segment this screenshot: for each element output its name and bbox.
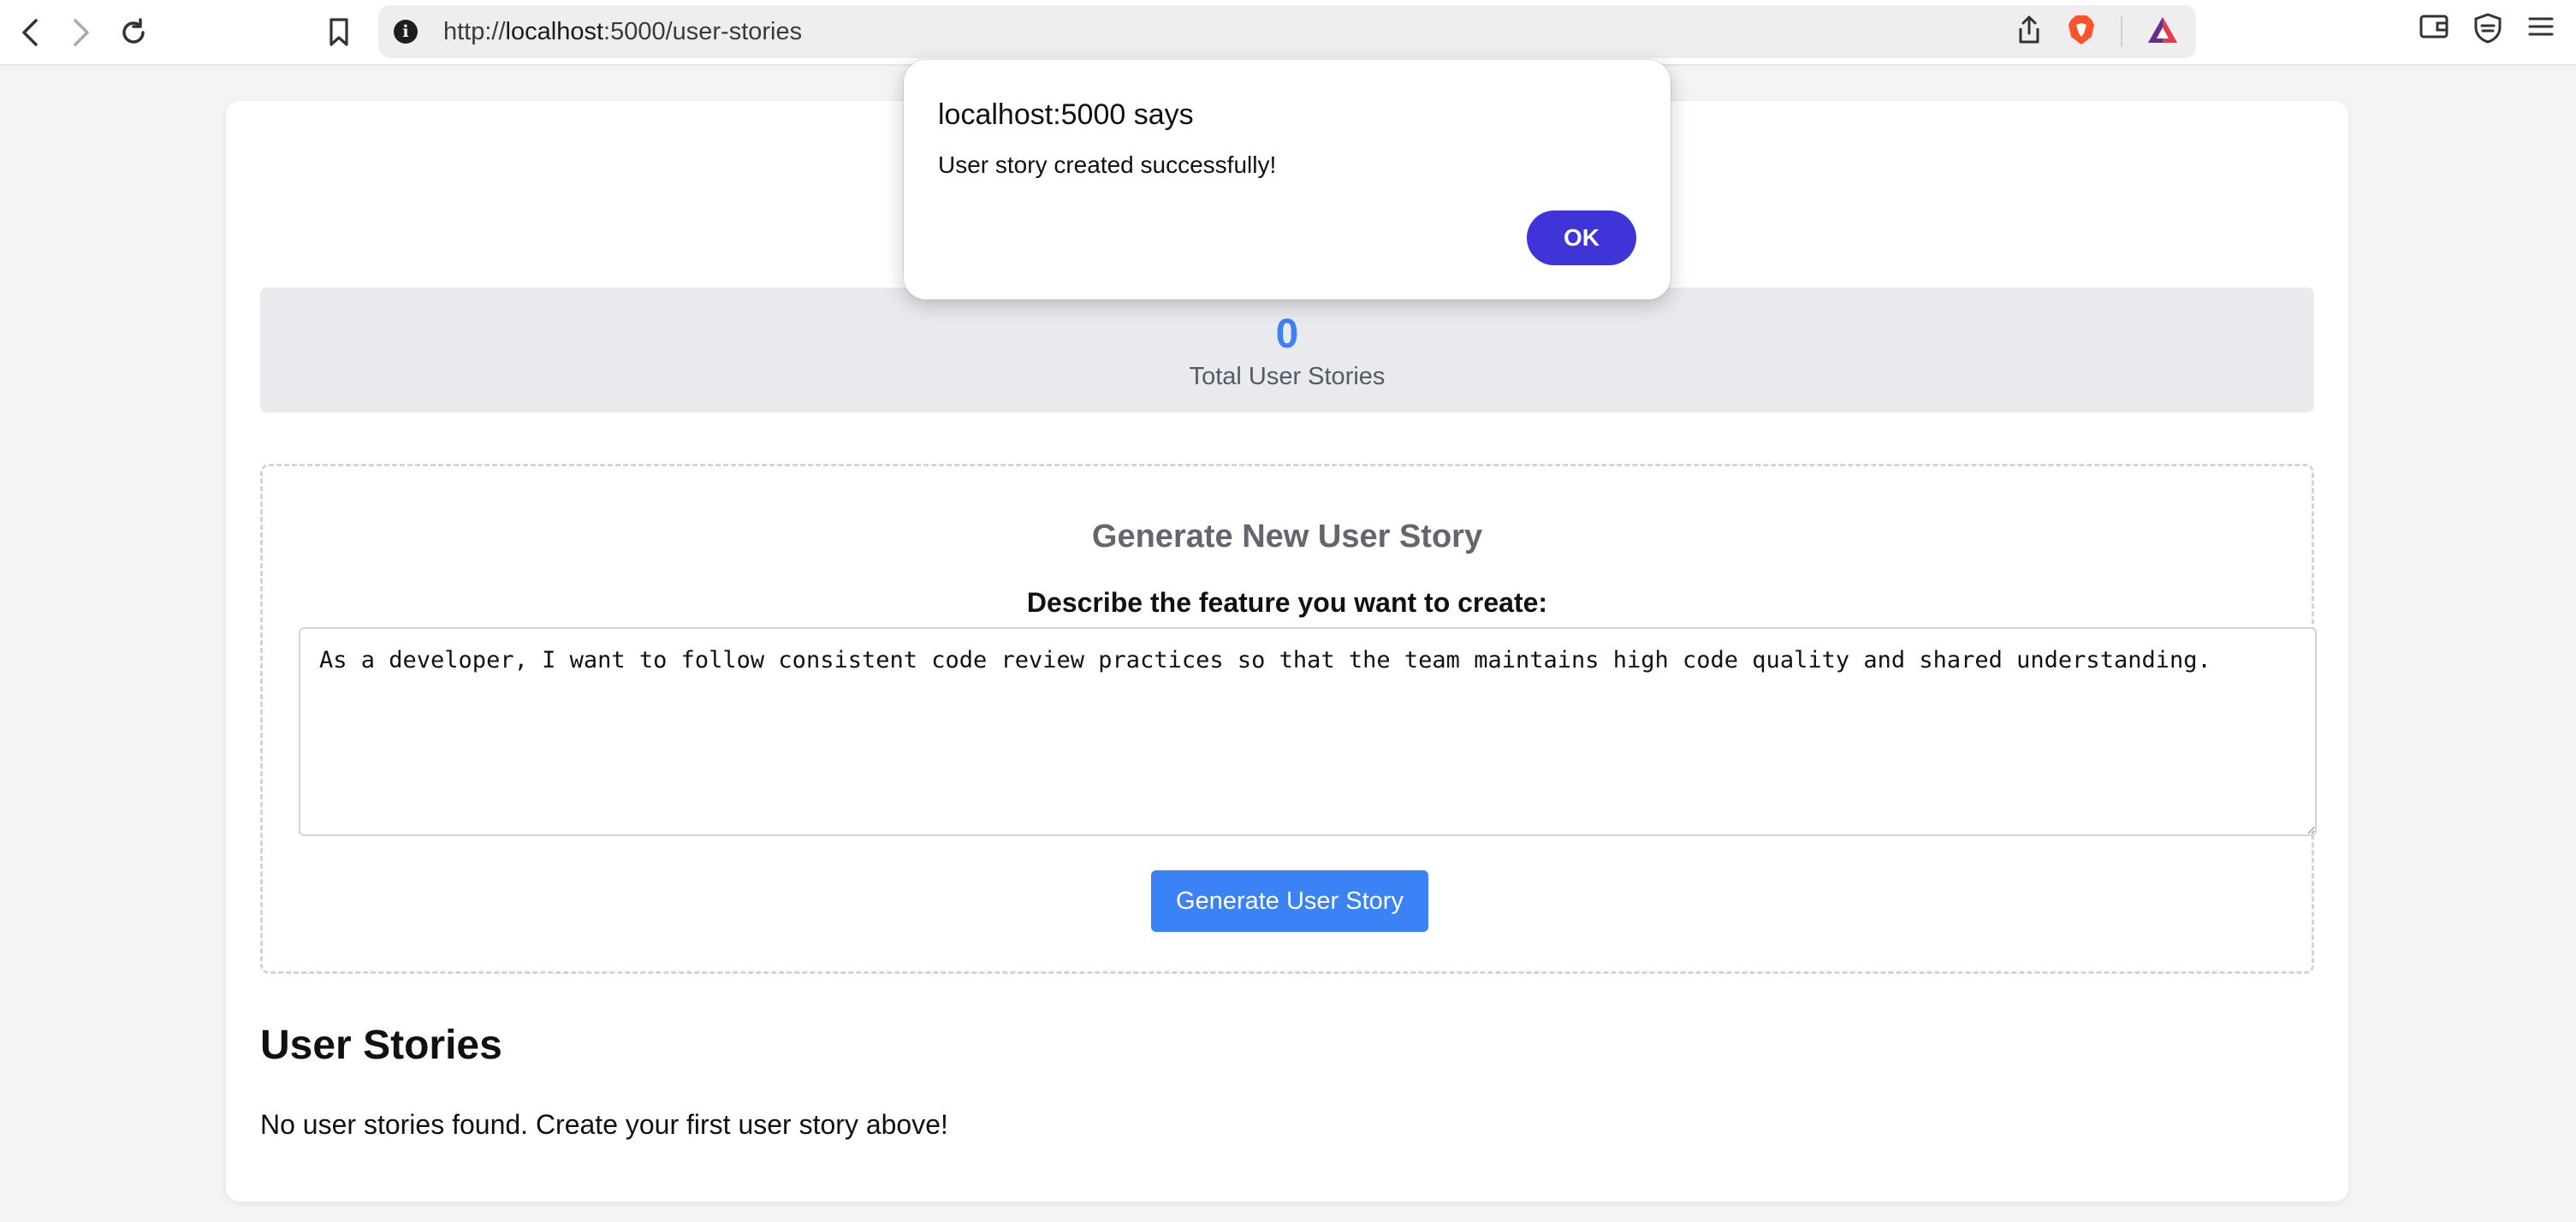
- brave-shields-icon[interactable]: [2066, 13, 2097, 51]
- reload-icon[interactable]: [113, 12, 154, 53]
- generate-section-title: Generate New User Story: [1091, 519, 1483, 555]
- alert-dialog: localhost:5000 says User story created s…: [904, 60, 1671, 300]
- url-host: localhost: [505, 18, 604, 45]
- bookmark-icon[interactable]: [318, 12, 359, 53]
- generate-user-story-button[interactable]: Generate User Story: [1151, 870, 1428, 932]
- menu-icon[interactable]: [2526, 12, 2555, 49]
- feature-description-label: Describe the feature you want to create:: [1026, 587, 1548, 618]
- wallet-icon[interactable]: [2419, 12, 2449, 49]
- empty-stories-message: No user stories found. Create your first…: [260, 1109, 948, 1140]
- back-icon[interactable]: [10, 12, 51, 53]
- share-icon[interactable]: [2016, 15, 2042, 50]
- url-separator: [2121, 16, 2122, 47]
- url-scheme: http://: [443, 18, 506, 45]
- total-stories-count: 0: [1275, 311, 1299, 357]
- site-info-icon[interactable]: i: [394, 20, 418, 44]
- total-stories-label: Total User Stories: [1189, 363, 1386, 390]
- address-bar[interactable]: i http://localhost:5000/user-stories: [378, 5, 2196, 58]
- browser-toolbar: i http://localhost:5000/user-stories: [0, 0, 2576, 66]
- feature-description-input[interactable]: As a developer, I want to follow consist…: [299, 627, 2317, 836]
- dialog-message: User story created successfully!: [938, 151, 1277, 178]
- url-text[interactable]: http://localhost:5000/user-stories: [443, 5, 802, 58]
- generate-story-section: Generate New User Story Describe the fea…: [260, 464, 2317, 974]
- forward-icon[interactable]: [60, 12, 101, 53]
- dialog-title: localhost:5000 says: [938, 98, 1194, 131]
- brave-rewards-icon[interactable]: [2146, 15, 2179, 49]
- url-path: :5000/user-stories: [603, 18, 803, 45]
- user-stories-heading: User Stories: [260, 1023, 502, 1068]
- stats-panel: 0 Total User Stories: [260, 288, 2314, 412]
- vpn-shield-icon[interactable]: [2473, 12, 2502, 49]
- dialog-ok-button[interactable]: OK: [1527, 211, 1636, 265]
